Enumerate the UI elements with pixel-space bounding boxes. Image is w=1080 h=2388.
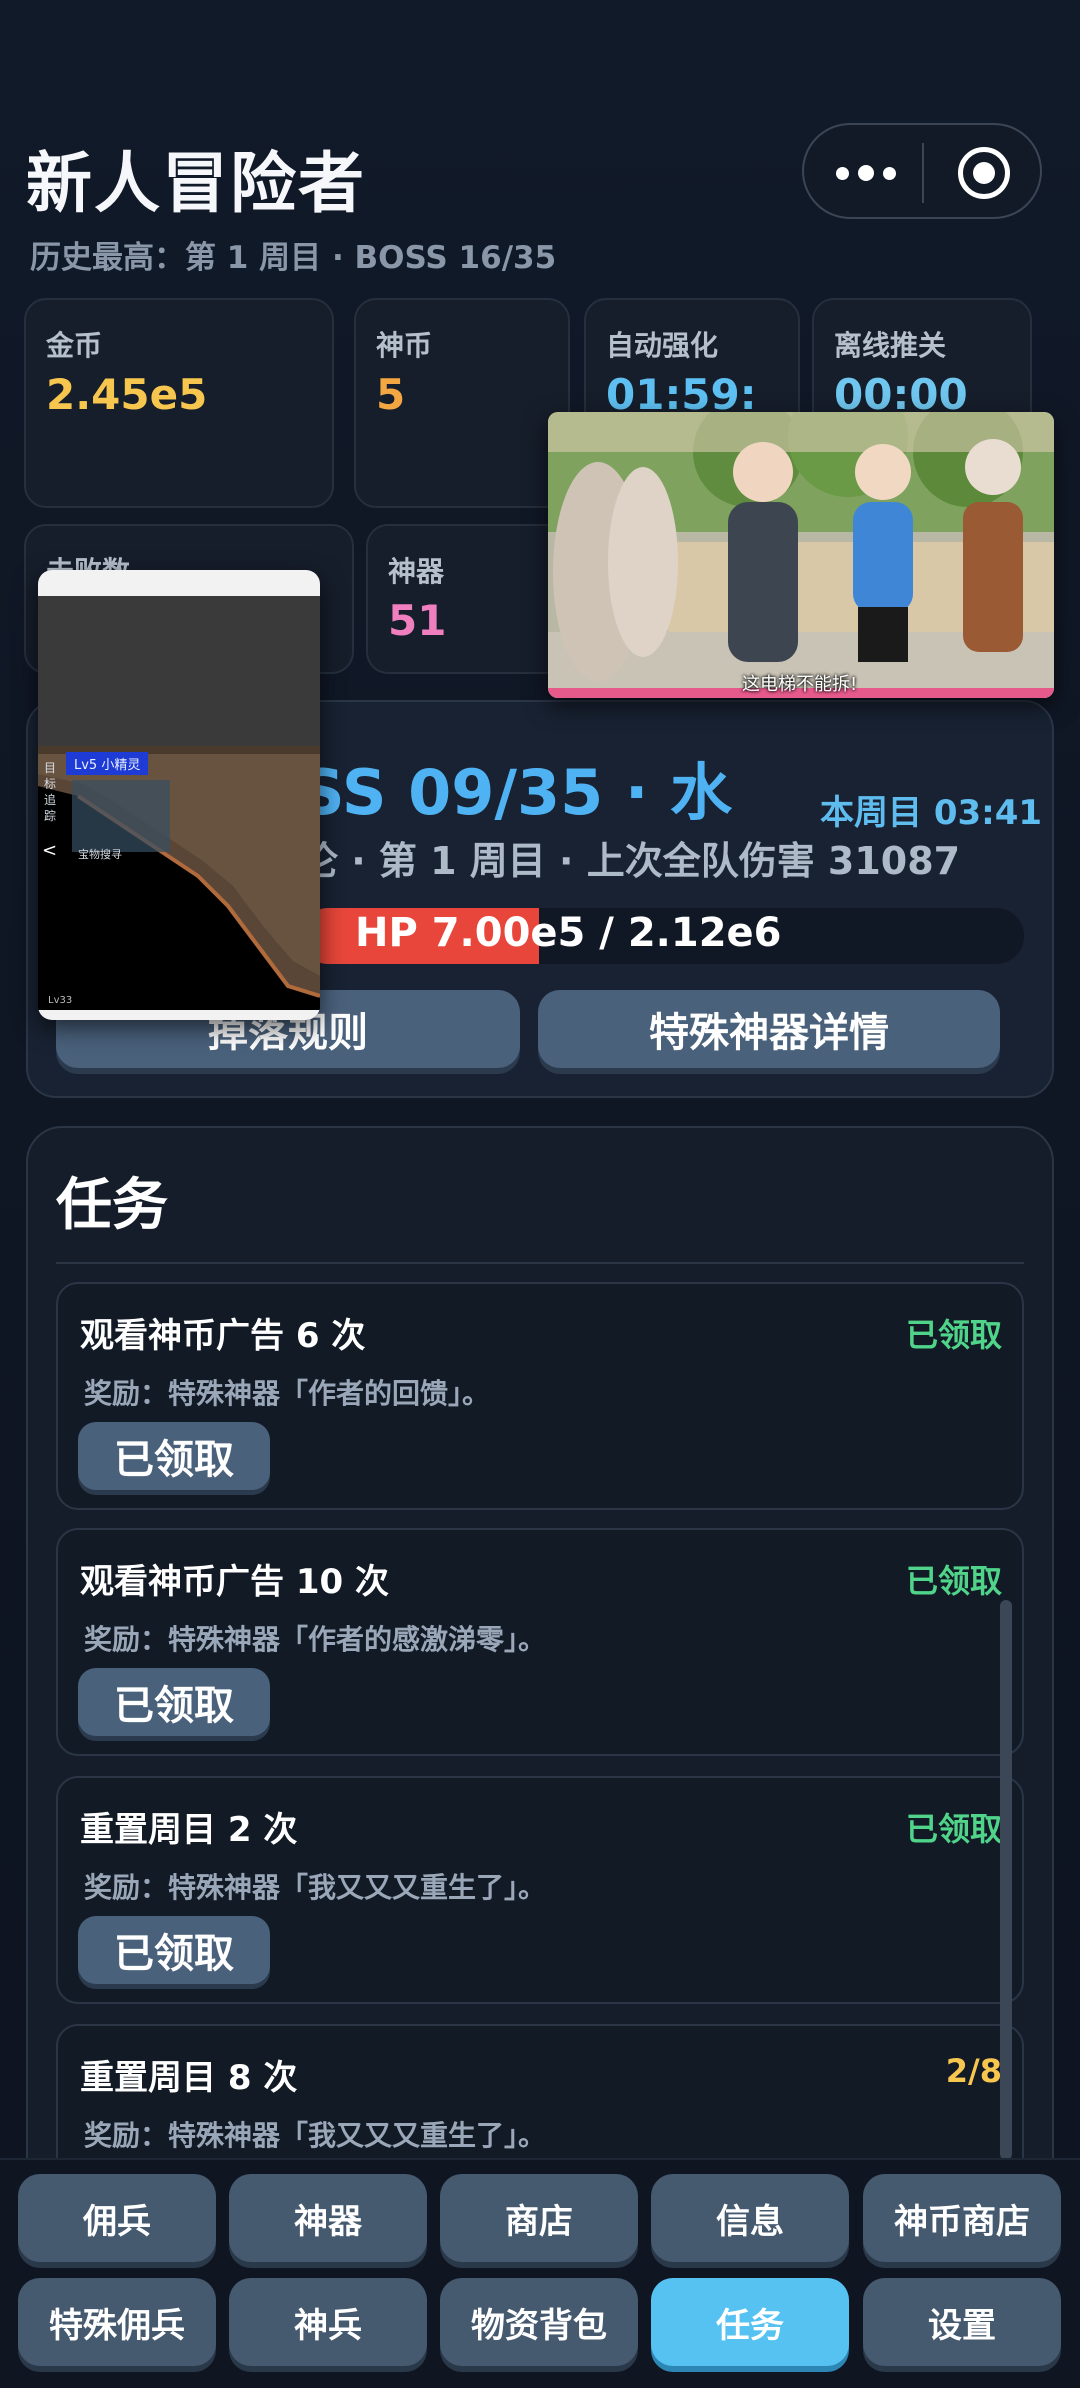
more-dots-icon[interactable] bbox=[836, 155, 896, 191]
overlay-label: 宝物搜寻 bbox=[78, 848, 122, 861]
task-reward: 奖励：特殊神器「我又又又重生了」。 bbox=[84, 2119, 547, 2152]
stat-value: 2.45e5 bbox=[46, 370, 208, 419]
nav-divine-coin-shop[interactable]: 神币商店 bbox=[863, 2174, 1061, 2262]
task-item: 观看神币广告 6 次 已领取 奖励：特殊神器「作者的回馈」。 已领取 bbox=[56, 1282, 1024, 1510]
stat-label: 金币 bbox=[46, 329, 103, 362]
nav-divine-weapon[interactable]: 神兵 bbox=[229, 2278, 427, 2366]
task-status: 已领取 bbox=[905, 1810, 1002, 1848]
claim-button[interactable]: 已领取 bbox=[78, 1916, 270, 1984]
list-top-edge bbox=[56, 1262, 1024, 1264]
overlay-side-text: 目 标 追 踪 bbox=[44, 761, 57, 823]
task-list-scrollbar[interactable] bbox=[1000, 1600, 1012, 2160]
task-item: 观看神币广告 10 次 已领取 奖励：特殊神器「作者的感激涕零」。 已领取 bbox=[56, 1528, 1024, 1756]
overlay-level-badge: Lv5 小精灵 bbox=[66, 752, 149, 775]
stat-label: 离线推关 bbox=[834, 329, 947, 362]
task-heading: 任务 bbox=[56, 1173, 168, 1238]
task-reward: 奖励：特殊神器「作者的回馈」。 bbox=[84, 1377, 491, 1410]
best-record-subtitle: 历史最高：第 1 周目 · BOSS 16/35 bbox=[30, 240, 557, 276]
video-frame bbox=[548, 412, 1054, 698]
overlay-level: Lv33 bbox=[48, 995, 73, 1006]
nav-shop[interactable]: 商店 bbox=[440, 2174, 638, 2262]
task-reward: 奖励：特殊神器「作者的感激涕零」。 bbox=[84, 1623, 547, 1656]
claim-button[interactable]: 已领取 bbox=[78, 1422, 270, 1490]
nav-info[interactable]: 信息 bbox=[651, 2174, 849, 2262]
task-title: 观看神币广告 6 次 bbox=[80, 1316, 366, 1356]
overlay-bottom-strip bbox=[38, 1010, 320, 1020]
overlay-topbar bbox=[38, 570, 320, 596]
stat-card-gold: 金币 2.45e5 bbox=[24, 298, 334, 508]
task-title: 观看神币广告 10 次 bbox=[80, 1562, 389, 1602]
nav-tasks[interactable]: 任务 bbox=[651, 2278, 849, 2366]
mini-program-capsule bbox=[802, 123, 1042, 219]
stat-value: 51 bbox=[388, 596, 447, 645]
target-circle-icon[interactable] bbox=[958, 147, 1010, 199]
floating-game-window[interactable]: Lv5 小精灵 目 标 追 踪 < 宝物搜寻 Lv33 bbox=[38, 570, 320, 1020]
boss-title: SS 09/35 · 水 bbox=[300, 756, 733, 829]
nav-inventory[interactable]: 物资背包 bbox=[440, 2278, 638, 2366]
boss-info: 伦 · 第 1 周目 · 上次全队伤害 31087 bbox=[300, 839, 961, 883]
nav-settings[interactable]: 设置 bbox=[863, 2278, 1061, 2366]
overlay-gray-area bbox=[38, 596, 320, 746]
special-artifact-details-button[interactable]: 特殊神器详情 bbox=[538, 990, 1000, 1068]
task-reward: 奖励：特殊神器「我又又又重生了」。 bbox=[84, 1871, 547, 1904]
task-status: 已领取 bbox=[905, 1562, 1002, 1600]
nav-artifact[interactable]: 神器 bbox=[229, 2174, 427, 2262]
task-title: 重置周目 8 次 bbox=[80, 2058, 298, 2098]
task-item: 重置周目 2 次 已领取 奖励：特殊神器「我又又又重生了」。 已领取 bbox=[56, 1776, 1024, 2004]
boss-hp-text: HP 7.00e5 / 2.12e6 bbox=[355, 910, 782, 956]
video-caption: 这电梯不能拆! bbox=[742, 674, 858, 695]
stat-card-divine-coin: 神币 5 bbox=[354, 298, 570, 508]
task-title: 重置周目 2 次 bbox=[80, 1810, 298, 1850]
overlay-minimap bbox=[72, 780, 170, 852]
nav-special-mercenary[interactable]: 特殊佣兵 bbox=[18, 2278, 216, 2366]
page-title: 新人冒险者 bbox=[26, 145, 366, 222]
stat-label: 神币 bbox=[376, 329, 433, 362]
stat-label: 自动强化 bbox=[606, 329, 719, 362]
stat-value: 5 bbox=[376, 370, 406, 419]
boss-round-timer: 本周目 03:41 bbox=[820, 793, 1043, 833]
nav-mercenary[interactable]: 佣兵 bbox=[18, 2174, 216, 2262]
task-status: 已领取 bbox=[905, 1316, 1002, 1354]
stat-card-artifacts: 神器 51 bbox=[366, 524, 566, 674]
stat-label: 神器 bbox=[388, 555, 445, 588]
task-list[interactable]: 观看神币广告 6 次 已领取 奖励：特殊神器「作者的回馈」。 已领取 观看神币广… bbox=[54, 1262, 1024, 2262]
chevron-left-icon[interactable]: < bbox=[42, 840, 57, 861]
claim-button[interactable]: 已领取 bbox=[78, 1668, 270, 1736]
capsule-divider bbox=[922, 143, 924, 203]
task-progress: 2/8 bbox=[945, 2052, 1002, 2090]
floating-video-window[interactable]: 这电梯不能拆! bbox=[548, 412, 1054, 698]
